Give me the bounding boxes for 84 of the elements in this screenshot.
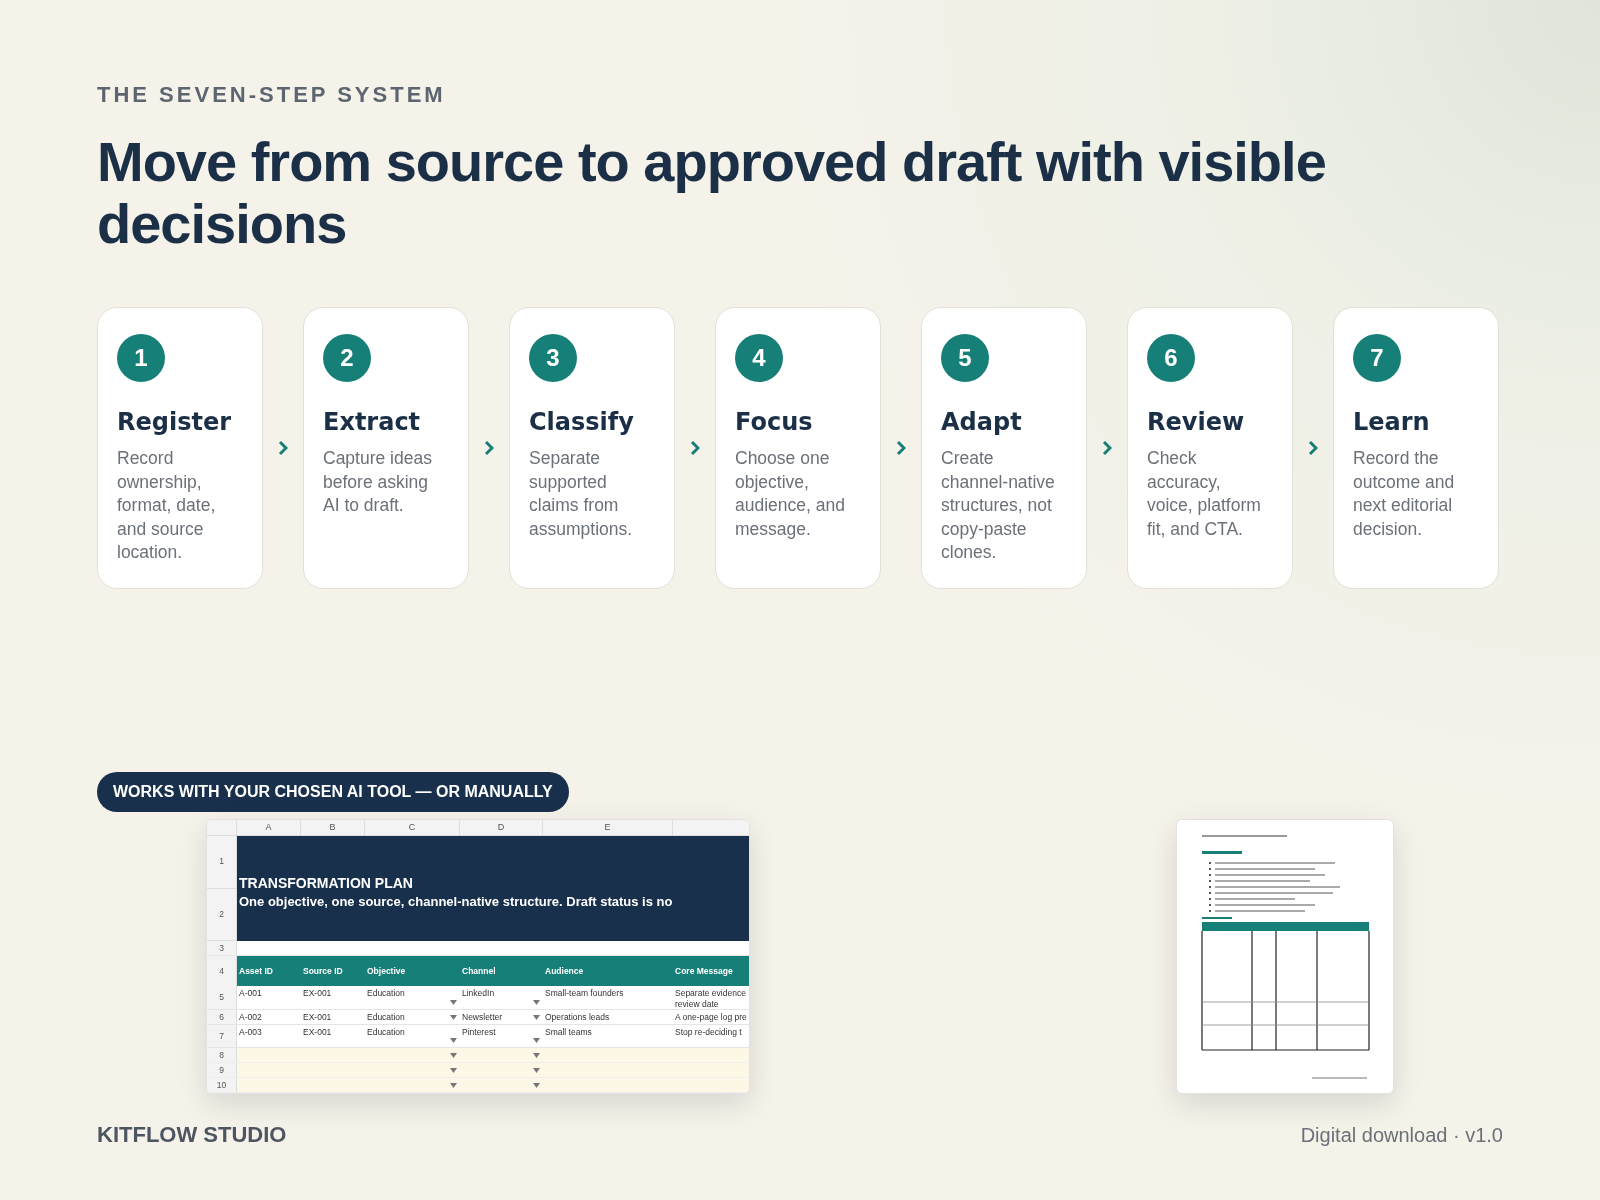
dropdown-arrow-icon[interactable] bbox=[450, 1038, 457, 1043]
column-letter: D bbox=[460, 820, 543, 835]
column-header: Objective bbox=[366, 964, 407, 978]
table-cell-text: A one-page log pre bbox=[675, 1012, 748, 1023]
column-letter: A bbox=[237, 820, 301, 835]
column-letter: C bbox=[365, 820, 460, 835]
table-cell-text: Newsletter bbox=[462, 1012, 504, 1023]
table-cell-text: Separate evidence review date bbox=[675, 988, 747, 1009]
table-cell-text: LinkedIn bbox=[462, 988, 496, 999]
step-number: 1 bbox=[117, 334, 165, 382]
step-description: Separate supported claims from assumptions. bbox=[529, 447, 634, 541]
step-description: Capture ideas before asking AI to draft. bbox=[323, 447, 433, 517]
step-number: 4 bbox=[735, 334, 783, 382]
chevron-icon bbox=[484, 440, 494, 456]
step-title: Classify bbox=[529, 407, 635, 438]
dropdown-arrow-icon[interactable] bbox=[533, 1000, 540, 1005]
column-header: Source ID bbox=[302, 964, 344, 978]
step-description: Create channel-native structures, not copy-paste clones. bbox=[941, 447, 1056, 564]
table-cell-text: EX-001 bbox=[303, 988, 333, 999]
table-cell-text: Stop re-deciding t bbox=[675, 1027, 743, 1038]
step-title: Focus bbox=[735, 407, 814, 438]
brand-name: KITFLOW STUDIO bbox=[97, 1121, 287, 1149]
column-header: Core Message bbox=[674, 964, 734, 978]
column-letter: B bbox=[301, 820, 365, 835]
table-cell-text: Operations leads bbox=[545, 1012, 611, 1023]
table-cell-text: A-001 bbox=[239, 988, 263, 999]
step-title: Review bbox=[1147, 407, 1246, 438]
step-description: Record ownership, format, date, and source location. bbox=[117, 447, 217, 564]
step-number: 7 bbox=[1353, 334, 1401, 382]
step-title: Extract bbox=[323, 407, 422, 438]
step-title: Adapt bbox=[941, 407, 1023, 438]
eyebrow: THE SEVEN-STEP SYSTEM bbox=[97, 81, 447, 109]
heading: Move from source to approved draft with visible decisions bbox=[97, 131, 1327, 255]
step-number: 6 bbox=[1147, 334, 1195, 382]
version-label: Digital download · v1.0 bbox=[1300, 1122, 1503, 1148]
dropdown-arrow-icon[interactable] bbox=[450, 1053, 457, 1058]
column-letter: E bbox=[543, 820, 673, 835]
chevron-icon bbox=[1102, 440, 1112, 456]
table-cell-text: Education bbox=[367, 1027, 406, 1038]
step-number: 2 bbox=[323, 334, 371, 382]
row-number: 5 bbox=[207, 986, 237, 1009]
dropdown-arrow-icon[interactable] bbox=[533, 1015, 540, 1020]
row-number: 8 bbox=[207, 1048, 237, 1062]
column-header: Asset ID bbox=[238, 964, 274, 978]
step-number: 3 bbox=[529, 334, 577, 382]
table-cell-text: Small-team founders bbox=[545, 988, 625, 999]
step-title: Register bbox=[117, 407, 233, 438]
table-cell-text: A-002 bbox=[239, 1012, 263, 1023]
step-description: Check accuracy, voice, platform fit, and CTA. bbox=[1147, 447, 1262, 541]
dropdown-arrow-icon[interactable] bbox=[533, 1053, 540, 1058]
dropdown-arrow-icon[interactable] bbox=[450, 1000, 457, 1005]
step-description: Choose one objective, audience, and message. bbox=[735, 447, 846, 541]
row-number: 6 bbox=[207, 1010, 237, 1024]
chevron-icon bbox=[1308, 440, 1318, 456]
row-number: 1 bbox=[207, 836, 236, 889]
row-number: 10 bbox=[207, 1078, 237, 1092]
badge: WORKS WITH YOUR CHOSEN AI TOOL — OR MANUALLY bbox=[97, 772, 569, 812]
table-cell-text: EX-001 bbox=[303, 1027, 333, 1038]
column-header: Channel bbox=[461, 964, 497, 978]
table-cell-text: EX-001 bbox=[303, 1012, 333, 1023]
chevron-icon bbox=[690, 440, 700, 456]
chevron-icon bbox=[896, 440, 906, 456]
row-number: 7 bbox=[207, 1025, 237, 1047]
row-number: 9 bbox=[207, 1063, 237, 1077]
table-cell-text: Pinterest bbox=[462, 1027, 497, 1038]
dropdown-arrow-icon[interactable] bbox=[450, 1068, 457, 1073]
chevron-icon bbox=[278, 440, 288, 456]
table-cell-text: Education bbox=[367, 988, 406, 999]
dropdown-arrow-icon[interactable] bbox=[533, 1068, 540, 1073]
row-number: 4 bbox=[207, 956, 237, 986]
dropdown-arrow-icon[interactable] bbox=[450, 1015, 457, 1020]
row-number: 3 bbox=[207, 941, 237, 955]
table-cell-text: A-003 bbox=[239, 1027, 263, 1038]
dropdown-arrow-icon[interactable] bbox=[450, 1083, 457, 1088]
sheet-subtitle: One objective, one source, channel-native structure. Draft status is no bbox=[239, 893, 674, 911]
table-cell-text: Education bbox=[367, 1012, 406, 1023]
step-title: Learn bbox=[1353, 407, 1431, 438]
sheet-title: TRANSFORMATION PLAN bbox=[239, 874, 414, 893]
table-cell-text: Small teams bbox=[545, 1027, 593, 1038]
step-description: Record the outcome and next editorial decision. bbox=[1353, 447, 1456, 541]
step-number: 5 bbox=[941, 334, 989, 382]
column-header: Audience bbox=[544, 964, 585, 978]
dropdown-arrow-icon[interactable] bbox=[533, 1038, 540, 1043]
dropdown-arrow-icon[interactable] bbox=[533, 1083, 540, 1088]
